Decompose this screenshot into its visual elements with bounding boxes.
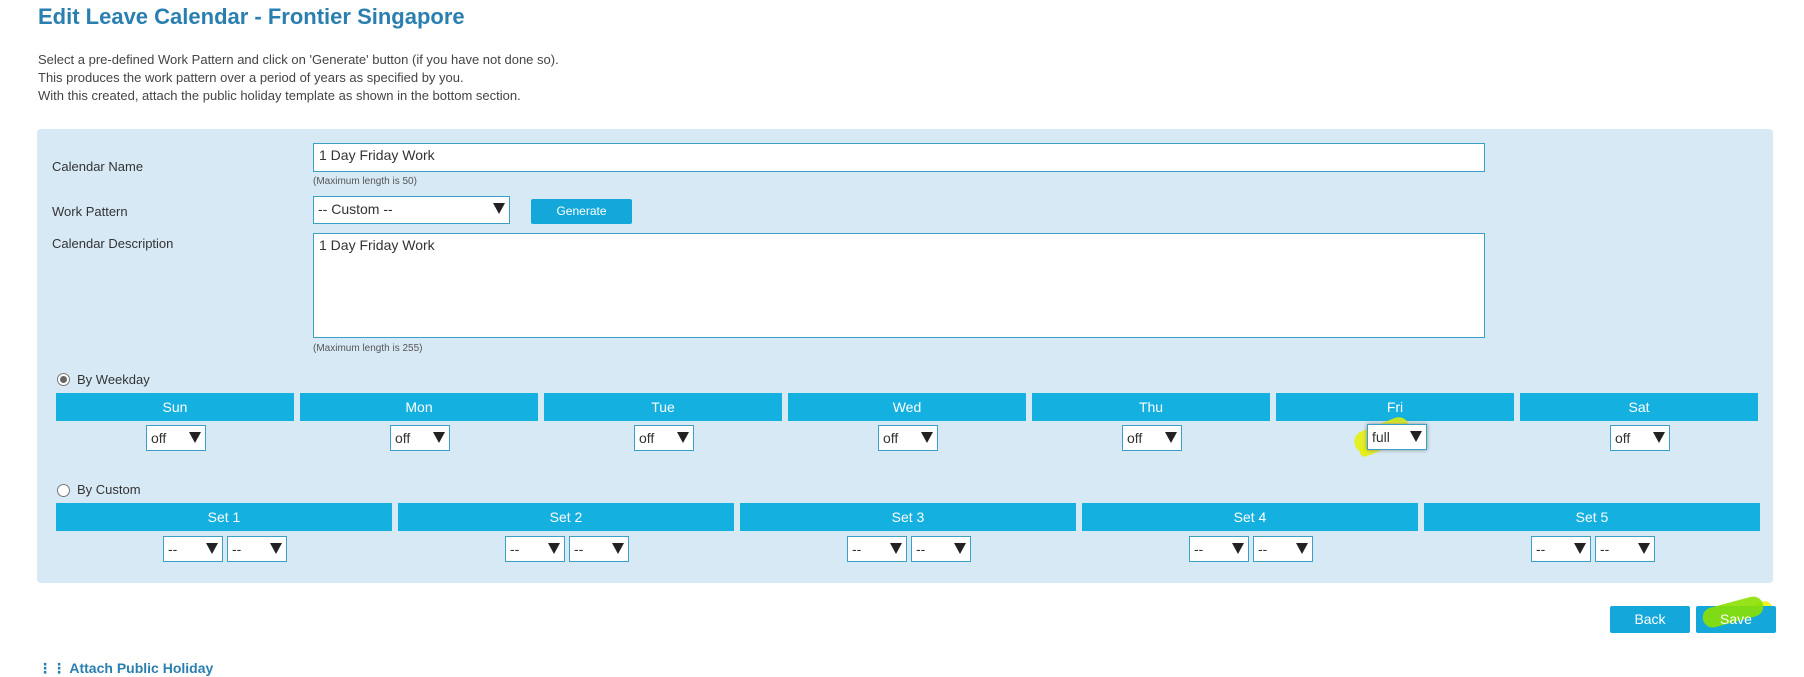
day-header-tue: Tue bbox=[544, 393, 782, 421]
calendar-form-panel: Calendar Name 1 Day Friday Work (Maximum… bbox=[37, 129, 1773, 583]
save-button[interactable]: Save bbox=[1696, 594, 1776, 633]
calendar-name-input[interactable]: 1 Day Friday Work bbox=[313, 143, 1485, 172]
chevron-down-icon bbox=[921, 432, 933, 443]
day-select-sun[interactable]: off bbox=[146, 425, 206, 451]
calendar-description-label: Calendar Description bbox=[52, 236, 174, 251]
work-pattern-select[interactable]: -- Custom -- bbox=[313, 196, 510, 224]
set-1-select-b[interactable]: -- bbox=[227, 536, 287, 562]
chevron-down-icon bbox=[189, 432, 201, 443]
chevron-down-icon bbox=[1653, 432, 1665, 443]
intro-line: With this created, attach the public hol… bbox=[38, 88, 521, 103]
attach-public-holiday-link[interactable]: ⋮⋮ Attach Public Holiday bbox=[38, 660, 213, 677]
day-value: off bbox=[883, 430, 899, 446]
set-header-3: Set 3 bbox=[740, 503, 1076, 531]
back-button[interactable]: Back bbox=[1610, 606, 1690, 633]
day-header-sat: Sat bbox=[1520, 393, 1758, 421]
by-custom-radio[interactable] bbox=[57, 484, 70, 497]
day-select-mon[interactable]: off bbox=[390, 425, 450, 451]
calendar-name-hint: (Maximum length is 50) bbox=[313, 176, 417, 187]
set-value: -- bbox=[1258, 541, 1268, 557]
day-select-tue[interactable]: off bbox=[634, 425, 694, 451]
chevron-down-icon bbox=[890, 543, 902, 554]
set-2-select-b[interactable]: -- bbox=[569, 536, 629, 562]
work-pattern-value: -- Custom -- bbox=[318, 201, 393, 217]
day-value: off bbox=[151, 430, 167, 446]
set-value: -- bbox=[574, 541, 584, 557]
set-value: -- bbox=[510, 541, 520, 557]
set-1-select-a[interactable]: -- bbox=[163, 536, 223, 562]
intro-text: Select a pre-defined Work Pattern and cl… bbox=[38, 51, 559, 105]
set-value: -- bbox=[916, 541, 926, 557]
generate-button[interactable]: Generate bbox=[531, 199, 632, 224]
day-header-mon: Mon bbox=[300, 393, 538, 421]
page-title: Edit Leave Calendar - Frontier Singapore bbox=[38, 4, 465, 29]
chevron-down-icon bbox=[1296, 543, 1308, 554]
chevron-down-icon bbox=[493, 203, 505, 214]
set-5-select-a[interactable]: -- bbox=[1531, 536, 1591, 562]
chevron-down-icon bbox=[1638, 543, 1650, 554]
calendar-name-label: Calendar Name bbox=[52, 159, 144, 174]
day-select-sat[interactable]: off bbox=[1610, 425, 1670, 451]
calendar-description-hint: (Maximum length is 255) bbox=[313, 343, 423, 354]
day-value: full bbox=[1372, 429, 1390, 445]
chevron-down-icon bbox=[677, 432, 689, 443]
day-value: off bbox=[1615, 430, 1631, 446]
chevron-down-icon bbox=[612, 543, 624, 554]
set-2-select-a[interactable]: -- bbox=[505, 536, 565, 562]
day-header-wed: Wed bbox=[788, 393, 1026, 421]
chevron-down-icon bbox=[954, 543, 966, 554]
set-value: -- bbox=[1600, 541, 1610, 557]
by-weekday-radio[interactable] bbox=[57, 373, 70, 386]
set-header-2: Set 2 bbox=[398, 503, 734, 531]
set-4-select-b[interactable]: -- bbox=[1253, 536, 1313, 562]
set-value: -- bbox=[168, 541, 178, 557]
calendar-description-textarea[interactable]: 1 Day Friday Work bbox=[313, 233, 1485, 338]
day-header-thu: Thu bbox=[1032, 393, 1270, 421]
set-3-select-a[interactable]: -- bbox=[847, 536, 907, 562]
chevron-down-icon bbox=[206, 543, 218, 554]
by-custom-label: By Custom bbox=[77, 482, 141, 497]
work-pattern-label: Work Pattern bbox=[52, 204, 128, 219]
chevron-down-icon bbox=[548, 543, 560, 554]
set-value: -- bbox=[1194, 541, 1204, 557]
day-header-sun: Sun bbox=[56, 393, 294, 421]
by-weekday-label: By Weekday bbox=[77, 372, 150, 387]
set-value: -- bbox=[232, 541, 242, 557]
set-value: -- bbox=[1536, 541, 1546, 557]
chevron-down-icon bbox=[433, 432, 445, 443]
day-select-fri[interactable]: full bbox=[1367, 424, 1427, 450]
bullet-icon: ⋮⋮ bbox=[38, 660, 70, 676]
day-value: off bbox=[395, 430, 411, 446]
set-5-select-b[interactable]: -- bbox=[1595, 536, 1655, 562]
chevron-down-icon bbox=[1232, 543, 1244, 554]
day-value: off bbox=[1127, 430, 1143, 446]
day-select-wed[interactable]: off bbox=[878, 425, 938, 451]
chevron-down-icon bbox=[270, 543, 282, 554]
set-header-1: Set 1 bbox=[56, 503, 392, 531]
intro-line: This produces the work pattern over a pe… bbox=[38, 70, 464, 85]
set-3-select-b[interactable]: -- bbox=[911, 536, 971, 562]
chevron-down-icon bbox=[1410, 431, 1422, 442]
save-button-label: Save bbox=[1720, 611, 1752, 627]
set-header-4: Set 4 bbox=[1082, 503, 1418, 531]
intro-line: Select a pre-defined Work Pattern and cl… bbox=[38, 52, 559, 67]
set-4-select-a[interactable]: -- bbox=[1189, 536, 1249, 562]
chevron-down-icon bbox=[1574, 543, 1586, 554]
day-select-thu[interactable]: off bbox=[1122, 425, 1182, 451]
set-value: -- bbox=[852, 541, 862, 557]
day-value: off bbox=[639, 430, 655, 446]
set-header-5: Set 5 bbox=[1424, 503, 1760, 531]
attach-public-holiday-label: Attach Public Holiday bbox=[69, 660, 214, 676]
chevron-down-icon bbox=[1165, 432, 1177, 443]
